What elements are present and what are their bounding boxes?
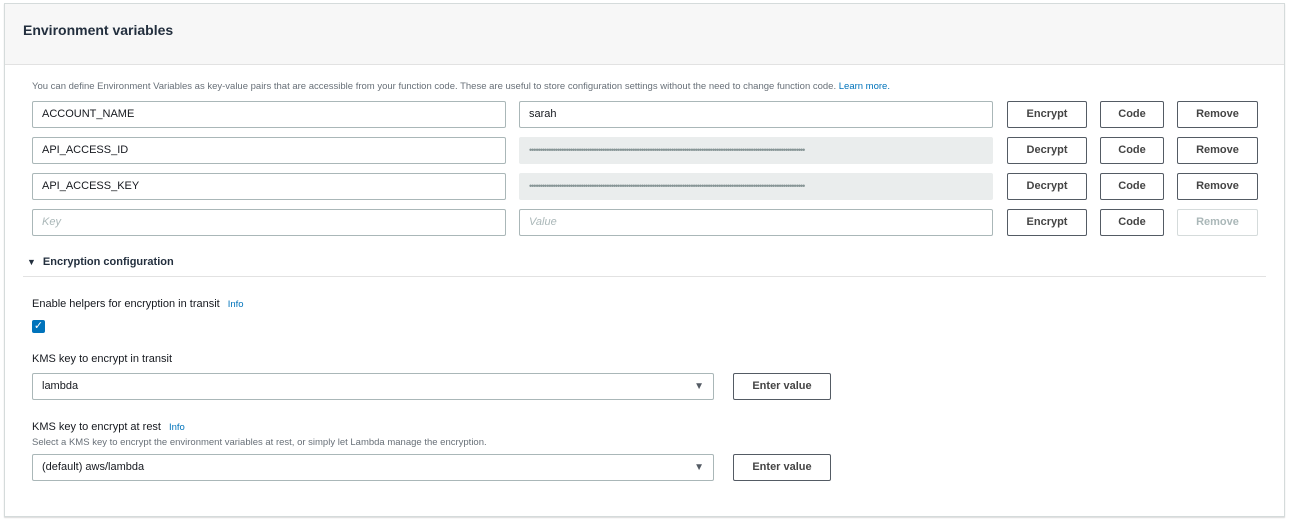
key-input[interactable]: API_ACCESS_KEY [32,173,506,200]
remove-button[interactable]: Remove [1177,173,1258,200]
transit-label: KMS key to encrypt in transit [32,353,172,365]
code-button[interactable]: Code [1100,173,1164,200]
dropdown-arrow-icon: ▼ [694,462,704,473]
description: You can define Environment Variables as … [32,81,890,92]
remove-button[interactable]: Remove [1177,137,1258,164]
info-link[interactable]: Info [228,299,244,310]
new-value-input[interactable]: Value [519,209,993,236]
decrypt-button[interactable]: Decrypt [1007,137,1087,164]
value-input-encrypted: ••••••••••••••••••••••••••••••••••••••••… [519,137,993,164]
code-button[interactable]: Code [1100,137,1164,164]
panel-title: Environment variables [23,22,174,38]
key-input[interactable]: ACCOUNT_NAME [32,101,506,128]
encrypt-button[interactable]: Encrypt [1007,101,1087,128]
value-input[interactable]: sarah [519,101,993,128]
divider [23,276,1266,277]
value-input-encrypted: ••••••••••••••••••••••••••••••••••••••••… [519,173,993,200]
helpers-label: Enable helpers for encryption in transit… [32,298,244,310]
helpers-checkbox[interactable]: ✓ [32,320,45,333]
checkmark-icon: ✓ [33,320,44,332]
info-link[interactable]: Info [169,422,185,433]
transit-key-select[interactable]: lambda ▼ [32,373,714,400]
caret-down-icon: ▼ [27,257,36,267]
rest-key-select[interactable]: (default) aws/lambda ▼ [32,454,714,481]
new-key-input[interactable]: Key [32,209,506,236]
rest-help-text: Select a KMS key to encrypt the environm… [32,437,487,448]
encrypt-button[interactable]: Encrypt [1007,209,1087,236]
encryption-config-toggle[interactable]: ▼ Encryption configuration [27,256,174,268]
environment-variables-panel: Environment variables You can define Env… [4,3,1285,517]
remove-button[interactable]: Remove [1177,101,1258,128]
remove-button-disabled: Remove [1177,209,1258,236]
decrypt-button[interactable]: Decrypt [1007,173,1087,200]
key-input[interactable]: API_ACCESS_ID [32,137,506,164]
learn-more-link[interactable]: Learn more. [839,81,890,92]
panel-header: Environment variables [5,4,1284,65]
transit-enter-value-button[interactable]: Enter value [733,373,831,400]
code-button[interactable]: Code [1100,101,1164,128]
rest-enter-value-button[interactable]: Enter value [733,454,831,481]
dropdown-arrow-icon: ▼ [694,381,704,392]
code-button[interactable]: Code [1100,209,1164,236]
rest-label: KMS key to encrypt at rest Info [32,421,185,433]
